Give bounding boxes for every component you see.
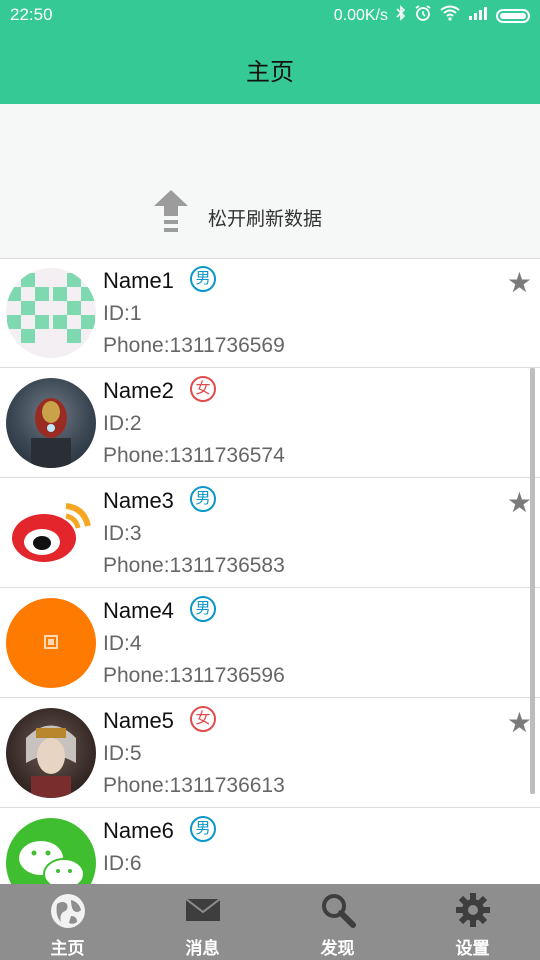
bottom-tab-bar: 主页 消息 发现 设置 <box>0 884 540 960</box>
tab-label: 设置 <box>455 939 490 958</box>
tab-settings[interactable]: 设置 <box>405 884 540 960</box>
status-time: 22:50 <box>10 5 53 24</box>
contact-name: Name4 <box>103 598 174 623</box>
scrollbar[interactable] <box>530 368 535 794</box>
magnifier-icon <box>320 892 356 933</box>
male-badge: 男 <box>190 486 216 512</box>
bluetooth-icon <box>396 5 406 26</box>
avatar <box>6 488 96 578</box>
tab-label: 消息 <box>185 939 220 958</box>
avatar <box>6 598 96 688</box>
star-icon[interactable]: ★ <box>507 266 532 299</box>
star-icon[interactable]: ★ <box>507 706 532 739</box>
contact-id: ID:2 <box>103 412 142 435</box>
alarm-icon <box>414 5 432 26</box>
contact-list[interactable]: Name1 男 ID:1 Phone:1311736569 ★ Name2 女 … <box>0 258 540 884</box>
contact-phone: Phone:1311736569 <box>103 334 285 357</box>
tab-label: 发现 <box>320 939 355 958</box>
contact-id: ID:3 <box>103 522 142 545</box>
status-icons: 0.00K/s <box>334 5 530 26</box>
list-item[interactable]: Name2 女 ID:2 Phone:1311736574 <box>0 368 540 478</box>
up-arrow-icon <box>154 190 188 241</box>
signal-icon <box>468 5 488 26</box>
status-bar: 22:50 0.00K/s <box>0 0 540 32</box>
envelope-icon <box>184 892 221 933</box>
star-icon[interactable]: ★ <box>507 486 532 519</box>
avatar <box>6 268 96 358</box>
contact-name: Name3 <box>103 488 174 513</box>
globe-icon <box>49 892 87 935</box>
contact-id: ID:4 <box>103 632 142 655</box>
contact-id: ID:1 <box>103 302 142 325</box>
male-badge: 男 <box>190 816 216 842</box>
avatar <box>6 818 96 884</box>
tab-label: 主页 <box>50 939 85 958</box>
contact-phone: Phone:1311736574 <box>103 444 285 467</box>
contact-id: ID:5 <box>103 742 142 765</box>
battery-icon <box>496 8 530 23</box>
app-bar: 主页 <box>0 32 540 104</box>
list-item[interactable]: Name4 男 ID:4 Phone:1311736596 <box>0 588 540 698</box>
contact-name: Name6 <box>103 818 174 843</box>
list-item[interactable]: Name1 男 ID:1 Phone:1311736569 ★ <box>0 258 540 368</box>
network-speed: 0.00K/s <box>333 6 388 24</box>
wifi-icon <box>440 5 460 26</box>
female-badge: 女 <box>190 706 216 732</box>
contact-name: Name1 <box>103 268 174 293</box>
male-badge: 男 <box>190 596 216 622</box>
list-item[interactable]: Name3 男 ID:3 Phone:1311736583 ★ <box>0 478 540 588</box>
gear-icon <box>455 892 491 933</box>
pull-refresh-header: 松开刷新数据 <box>0 104 540 259</box>
contact-phone: Phone:1311736583 <box>103 554 285 577</box>
female-badge: 女 <box>190 376 216 402</box>
tab-home[interactable]: 主页 <box>0 884 135 960</box>
avatar <box>6 378 96 468</box>
male-badge: 男 <box>190 266 216 292</box>
refresh-text: 松开刷新数据 <box>208 209 323 230</box>
tab-discover[interactable]: 发现 <box>270 884 405 960</box>
avatar <box>6 708 96 798</box>
contact-name: Name5 <box>103 708 174 733</box>
list-item[interactable]: Name5 女 ID:5 Phone:1311736613 ★ <box>0 698 540 808</box>
tab-messages[interactable]: 消息 <box>135 884 270 960</box>
list-item[interactable]: Name6 男 ID:6 <box>0 808 540 884</box>
contact-phone: Phone:1311736596 <box>103 664 285 687</box>
contact-phone: Phone:1311736613 <box>103 774 285 797</box>
contact-name: Name2 <box>103 378 174 403</box>
page-title: 主页 <box>246 59 294 86</box>
contact-id: ID:6 <box>103 852 142 875</box>
